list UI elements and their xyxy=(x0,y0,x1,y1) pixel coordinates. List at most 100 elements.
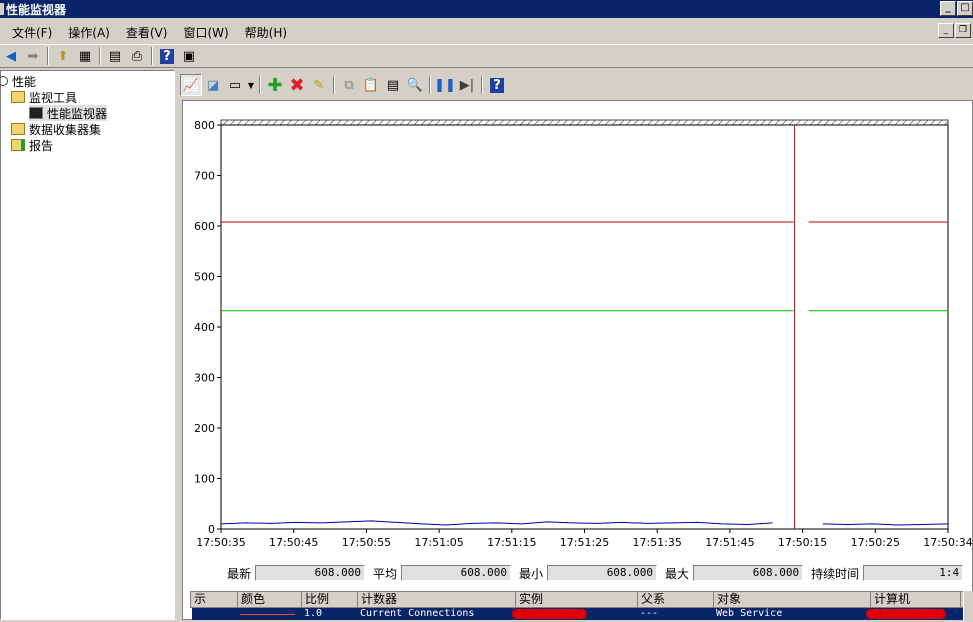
pause-icon[interactable]: ❚❚ xyxy=(434,74,456,96)
performance-chart: 800 700 600 500 400 300 200 100 017:50:35 17:50:4… xyxy=(194,119,973,549)
tree-item-reports[interactable]: 报告 xyxy=(11,137,53,153)
legend-parent-cell: --- xyxy=(640,608,659,619)
view-graph-icon[interactable]: 📈 xyxy=(180,74,202,96)
x-tick-label: 17:50:15 xyxy=(778,536,827,549)
toolbar-separator xyxy=(333,76,335,94)
main-toolbar: ◀ ➡ ⬆ ▦ ▤ ⎙ ? ▣ xyxy=(0,44,973,68)
highlight-icon[interactable]: ✎ xyxy=(308,74,330,96)
x-tick-label: 17:50:25 xyxy=(851,536,900,549)
toolbar-separator xyxy=(429,76,431,94)
menu-help[interactable]: 帮助(H) xyxy=(237,24,295,41)
menu-file[interactable]: 文件(F) xyxy=(0,24,60,41)
duration-value: 1:4 xyxy=(863,565,964,581)
y-tick-label: 200 xyxy=(194,422,215,435)
tree-item-data-collector-sets[interactable]: 数据收集器集 xyxy=(11,121,101,137)
col-object[interactable]: 对象 xyxy=(714,592,871,607)
performance-icon xyxy=(0,76,8,86)
duration-label: 持续时间 xyxy=(811,566,860,581)
tree-label-monitor-tools: 监视工具 xyxy=(29,90,78,105)
col-scale[interactable]: 比例 xyxy=(302,592,358,607)
tree-item-monitor-tools[interactable]: 监视工具 xyxy=(11,89,77,105)
tree-label-reports: 报告 xyxy=(29,138,54,153)
forward-icon[interactable]: ➡ xyxy=(22,45,44,67)
menu-view[interactable]: 查看(V) xyxy=(118,24,176,41)
plot-frame xyxy=(220,124,949,530)
legend-scale-cell: 1.0 xyxy=(304,608,323,619)
freeze-display-icon[interactable]: ◪ xyxy=(202,74,224,96)
y-tick-label: 700 xyxy=(194,170,215,183)
y-tick-label: 400 xyxy=(194,321,215,334)
statistics-bar: 最新 608.000 平均 608.000 最小 608.000 最大 608.… xyxy=(190,563,964,583)
x-tick-label: 17:50:35 xyxy=(196,536,245,549)
folder-icon xyxy=(11,91,25,103)
toolbar-separator xyxy=(99,47,101,65)
x-tick-label: 17:50:45 xyxy=(269,536,318,549)
update-data-icon[interactable]: ▶| xyxy=(456,74,478,96)
menu-bar: 文件(F) 操作(A) 查看(V) 窗口(W) 帮助(H) xyxy=(0,21,973,43)
up-folder-icon[interactable]: ⬆ xyxy=(52,45,74,67)
average-label: 平均 xyxy=(373,566,398,581)
tree-label-data-collector-sets: 数据收集器集 xyxy=(29,122,102,137)
legend-scrollbar[interactable] xyxy=(963,591,973,620)
legend-color-cell xyxy=(237,608,301,620)
child-restore-button[interactable]: ❐ xyxy=(955,23,971,38)
legend-counter-cell: Current Connections xyxy=(360,608,475,619)
legend-header: 示 颜色 比例 计数器 实例 父系 对象 计算机 xyxy=(190,591,973,608)
properties-icon[interactable]: ▤ xyxy=(382,74,404,96)
x-tick-label: 17:51:15 xyxy=(487,536,536,549)
col-instance[interactable]: 实例 xyxy=(516,592,638,607)
graph-area[interactable]: 800 700 600 500 400 300 200 100 0 17:50:35 17:50:4… xyxy=(182,100,973,620)
redaction-mark xyxy=(512,609,587,619)
x-tick-label: 17:50:34 xyxy=(923,536,972,549)
help-icon[interactable]: ? xyxy=(486,74,508,96)
toolbar-separator xyxy=(481,76,483,94)
col-parent[interactable]: 父系 xyxy=(638,592,714,607)
performance-monitor-icon xyxy=(29,107,43,119)
minimize-button[interactable]: _ xyxy=(940,1,956,16)
back-icon[interactable]: ◀ xyxy=(0,45,22,67)
toolbar-separator xyxy=(47,47,49,65)
show-hide-tree-icon[interactable]: ▦ xyxy=(74,45,96,67)
max-value: 608.000 xyxy=(693,565,804,581)
reports-icon xyxy=(11,139,25,151)
change-graph-type-icon[interactable]: ▭ xyxy=(224,74,246,96)
x-tick-label: 17:51:45 xyxy=(705,536,754,549)
y-tick-label: 600 xyxy=(194,220,215,233)
maximize-button[interactable]: □ xyxy=(957,1,973,16)
properties-icon[interactable]: ▣ xyxy=(178,45,200,67)
paste-counter-list-icon[interactable]: 📋 xyxy=(360,74,382,96)
tree-item-performance-monitor[interactable]: 性能监视器 xyxy=(29,105,108,121)
title-bar: 性能监视器 _ □ xyxy=(0,0,973,18)
tree-label-performance: 性能 xyxy=(12,74,37,89)
latest-value: 608.000 xyxy=(255,565,366,581)
add-counter-icon[interactable]: ✚ xyxy=(264,74,286,96)
menu-action[interactable]: 操作(A) xyxy=(60,24,118,41)
child-minimize-button[interactable]: _ xyxy=(938,23,954,38)
max-label: 最大 xyxy=(665,566,690,581)
zoom-icon[interactable]: 🔍 xyxy=(404,74,426,96)
series-line-2-segment-1 xyxy=(822,523,949,526)
y-tick-label: 0 xyxy=(208,523,215,536)
col-show[interactable]: 示 xyxy=(191,592,238,607)
menu-window[interactable]: 窗口(W) xyxy=(175,24,236,41)
tree-item-performance[interactable]: 性能 xyxy=(0,73,36,89)
y-tick-label: 300 xyxy=(194,372,215,385)
y-tick-label: 800 xyxy=(194,119,215,132)
series-color-swatch xyxy=(240,613,295,615)
help-icon[interactable]: ? xyxy=(156,45,178,67)
min-label: 最小 xyxy=(519,566,544,581)
print-icon[interactable]: ⎙ xyxy=(126,45,148,67)
delete-counter-icon[interactable]: ✖ xyxy=(286,74,308,96)
dropdown-arrow-icon[interactable]: ▼ xyxy=(246,74,256,96)
min-value: 608.000 xyxy=(547,565,658,581)
monitor-pane: 📈 ◪ ▭ ▼ ✚ ✖ ✎ ⧉ 📋 ▤ 🔍 ❚❚ ▶| ? 800 700 600 5… xyxy=(178,70,973,620)
legend-show-cell[interactable] xyxy=(192,608,237,620)
export-list-icon[interactable]: ▤ xyxy=(104,45,126,67)
app-icon xyxy=(0,3,4,15)
col-counter[interactable]: 计数器 xyxy=(358,592,516,607)
navigation-tree: 性能 监视工具 性能监视器 数据收集器集 报告 xyxy=(0,70,175,620)
col-computer[interactable]: 计算机 xyxy=(871,592,961,607)
window-title: 性能监视器 xyxy=(6,2,67,17)
col-color[interactable]: 颜色 xyxy=(238,592,302,607)
copy-properties-icon[interactable]: ⧉ xyxy=(338,74,360,96)
